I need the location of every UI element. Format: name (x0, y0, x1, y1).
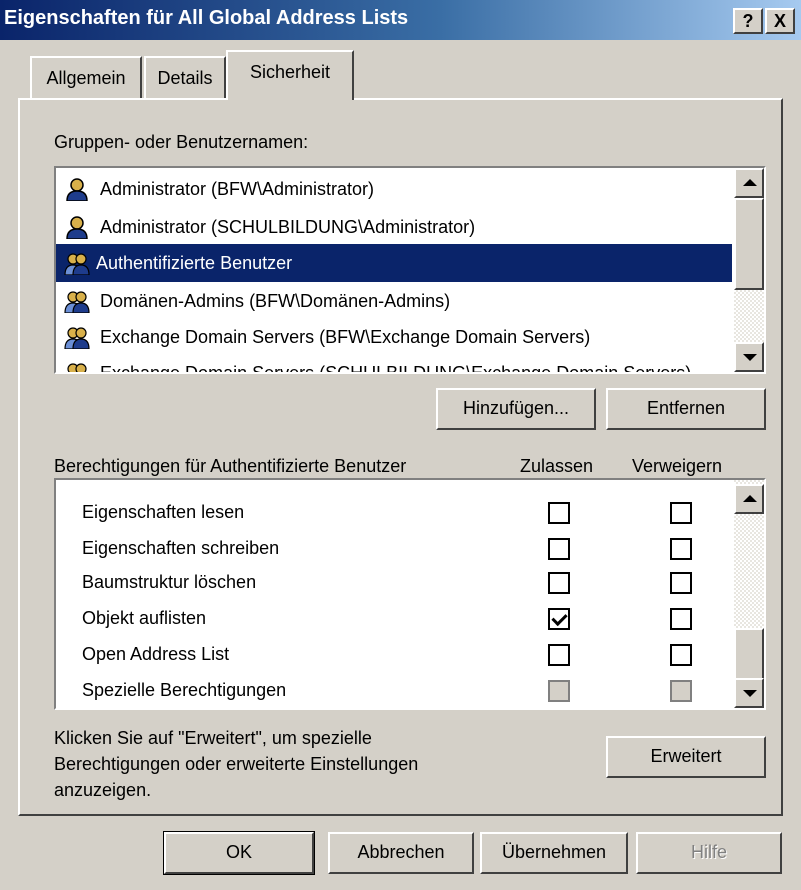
deny-checkbox[interactable] (670, 502, 692, 524)
permission-row: Objekt auflisten (56, 602, 336, 638)
list-item[interactable]: Domänen-Admins (BFW\Domänen-Admins) (56, 282, 732, 320)
group-icon (64, 291, 90, 313)
advanced-hint-line3: anzuzeigen. (54, 780, 152, 800)
ok-button[interactable]: OK (163, 831, 315, 875)
allow-checkbox[interactable] (548, 538, 570, 560)
user-icon (66, 216, 88, 239)
scroll-thumb[interactable] (734, 628, 764, 680)
allow-checkbox-checked[interactable] (548, 608, 570, 630)
allow-checkbox[interactable] (548, 644, 570, 666)
permission-name: Eigenschaften schreiben (82, 538, 280, 558)
permission-row: Baumstruktur löschen (56, 566, 336, 602)
user-icon (66, 178, 88, 201)
allow-checkbox-disabled (548, 680, 570, 702)
advanced-hint-line2: Berechtigungen oder erweiterte Einstellu… (54, 754, 419, 774)
tab-details[interactable]: Details (144, 56, 226, 100)
permission-row: Open Address List (56, 638, 336, 674)
tab-sicherheit[interactable]: Sicherheit (226, 50, 354, 100)
arrow-down-icon (743, 690, 757, 697)
permissions-label: Berechtigungen für Authentifizierte Benu… (54, 456, 407, 476)
tab-label: Details (157, 68, 213, 88)
group-icon (67, 363, 87, 372)
tab-label: Sicherheit (249, 62, 331, 82)
permission-name: Objekt auflisten (82, 608, 207, 628)
add-button[interactable]: Hinzufügen... (436, 388, 596, 430)
help-footer-button: Hilfe (636, 832, 782, 874)
list-item[interactable]: Exchange Domain Servers (SCHULBILDUNG\Ex… (56, 354, 732, 374)
deny-checkbox-disabled (670, 680, 692, 702)
tab-allgemein[interactable]: Allgemein (30, 56, 142, 100)
deny-checkbox[interactable] (670, 644, 692, 666)
permission-row: Spezielle Berechtigungen (56, 674, 336, 708)
group-icon (64, 327, 90, 349)
list-item-label: Exchange Domain Servers (SCHULBILDUNG\Ex… (100, 363, 692, 374)
deny-header: Verweigern (632, 456, 723, 476)
title-bar: Eigenschaften für All Global Address Lis… (0, 0, 801, 40)
list-item-label: Domänen-Admins (BFW\Domänen-Admins) (100, 291, 451, 311)
list-item[interactable]: Exchange Domain Servers (BFW\Exchange Do… (56, 318, 732, 356)
group-icon (64, 253, 90, 275)
permission-row: Eigenschaften lesen (56, 496, 336, 532)
scroll-down-button[interactable] (734, 342, 764, 372)
list-item[interactable]: Administrator (BFW\Administrator) (56, 170, 732, 208)
advanced-button[interactable]: Erweitert (606, 736, 766, 778)
allow-checkbox[interactable] (548, 572, 570, 594)
arrow-up-icon (743, 179, 757, 186)
permission-row: Eigenschaften schreiben (56, 532, 336, 568)
arrow-up-icon (743, 495, 757, 502)
tab-label: Allgemein (46, 68, 126, 88)
scroll-down-button[interactable] (734, 678, 764, 708)
permissions-scrollbar[interactable] (734, 480, 764, 708)
permission-name: Eigenschaften lesen (82, 502, 245, 522)
arrow-down-icon (743, 354, 757, 361)
remove-button[interactable]: Entfernen (606, 388, 766, 430)
allow-header: Zulassen (520, 456, 594, 476)
apply-button[interactable]: Übernehmen (480, 832, 628, 874)
permissions-listbox[interactable]: Eigenschaften lesen Eigenschaften schrei… (54, 478, 766, 710)
list-item-label: Administrator (BFW\Administrator) (100, 179, 375, 199)
cancel-button[interactable]: Abbrechen (328, 832, 474, 874)
scroll-up-button[interactable] (734, 484, 764, 514)
help-button[interactable]: ? (733, 8, 763, 34)
scroll-up-button[interactable] (734, 168, 764, 198)
deny-checkbox[interactable] (670, 608, 692, 630)
permission-name: Baumstruktur löschen (82, 572, 257, 592)
list-item-label: Exchange Domain Servers (BFW\Exchange Do… (100, 327, 591, 347)
list-item-label: Authentifizierte Benutzer (96, 253, 293, 273)
window-title: Eigenschaften für All Global Address Lis… (4, 7, 409, 29)
list-item-selected[interactable]: Authentifizierte Benutzer (56, 244, 732, 282)
users-listbox[interactable]: Administrator (BFW\Administrator) Admini… (54, 166, 766, 374)
deny-checkbox[interactable] (670, 538, 692, 560)
scroll-thumb[interactable] (734, 198, 764, 290)
close-button[interactable]: X (765, 8, 795, 34)
deny-checkbox[interactable] (670, 572, 692, 594)
users-label: Gruppen- oder Benutzernamen: (54, 132, 309, 152)
list-item[interactable]: Administrator (SCHULBILDUNG\Administrato… (56, 208, 732, 246)
advanced-hint-line1: Klicken Sie auf "Erweitert", um speziell… (54, 728, 372, 748)
list-item-label: Administrator (SCHULBILDUNG\Administrato… (100, 217, 476, 237)
permission-name: Open Address List (82, 644, 230, 664)
permission-name: Spezielle Berechtigungen (82, 680, 287, 700)
users-scrollbar[interactable] (734, 168, 764, 372)
allow-checkbox[interactable] (548, 502, 570, 524)
